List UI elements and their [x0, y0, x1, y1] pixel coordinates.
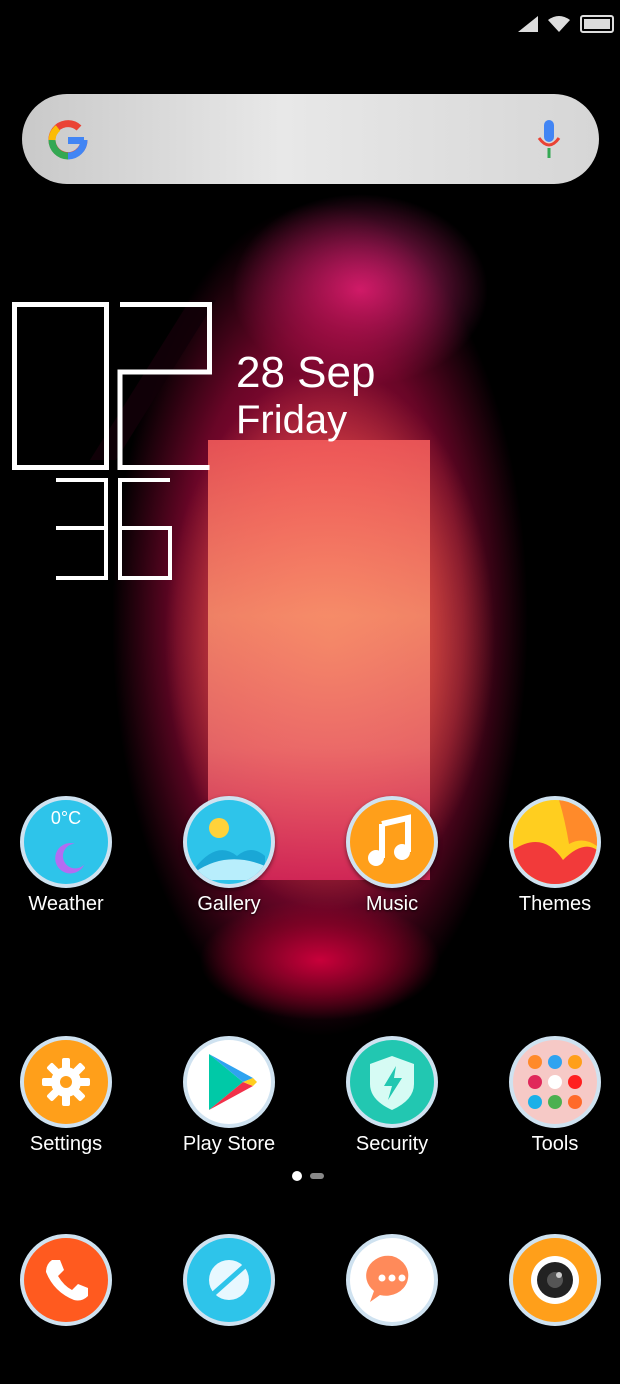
camera-icon — [509, 1234, 601, 1326]
app-security[interactable]: Security — [332, 1036, 452, 1186]
app-label: Weather — [28, 893, 104, 915]
status-bar — [518, 8, 620, 40]
app-label: Security — [355, 1133, 429, 1155]
dock-camera[interactable] — [495, 1234, 615, 1384]
weather-icon: 0°C — [20, 796, 112, 888]
app-themes[interactable]: Themes — [495, 796, 615, 946]
app-label: Music — [365, 893, 419, 915]
browser-icon — [183, 1234, 275, 1326]
app-weather[interactable]: 0°C Weather — [6, 796, 126, 946]
app-play-store[interactable]: Play Store — [169, 1036, 289, 1186]
music-icon — [346, 796, 438, 888]
app-music[interactable]: Music — [332, 796, 452, 946]
dock-browser[interactable] — [169, 1234, 289, 1384]
app-settings[interactable]: Settings — [6, 1036, 126, 1186]
themes-icon — [509, 796, 601, 888]
folder-icon — [509, 1036, 601, 1128]
gallery-icon — [183, 796, 275, 888]
app-label: Play Store — [182, 1133, 276, 1155]
dock-messaging[interactable] — [332, 1234, 452, 1384]
messaging-icon — [346, 1234, 438, 1326]
app-label: Settings — [29, 1133, 103, 1155]
clock-hour-digits — [12, 302, 212, 470]
microphone-icon[interactable] — [537, 120, 561, 160]
signal-icon — [518, 16, 538, 32]
clock-minute-digits — [56, 478, 172, 580]
app-label: Gallery — [197, 893, 261, 915]
app-tools[interactable]: Tools — [495, 1036, 615, 1186]
gear-icon — [20, 1036, 112, 1128]
clock-day: Friday — [236, 398, 348, 442]
weather-temp: 0°C — [50, 808, 82, 828]
app-label: Themes — [518, 893, 592, 915]
app-gallery[interactable]: Gallery — [169, 796, 289, 946]
google-search-bar[interactable] — [22, 94, 599, 184]
wifi-icon — [548, 16, 570, 32]
google-logo-icon — [48, 120, 88, 160]
battery-icon — [580, 15, 614, 33]
page-indicator — [292, 1170, 324, 1182]
shield-icon — [346, 1036, 438, 1128]
dock-phone[interactable] — [6, 1234, 126, 1384]
app-label: Tools — [531, 1133, 579, 1155]
page-dot-active[interactable] — [292, 1171, 302, 1181]
play-store-icon — [183, 1036, 275, 1128]
moon-icon — [55, 843, 85, 874]
phone-icon — [20, 1234, 112, 1326]
clock-date: 28 Sep — [236, 348, 376, 397]
page-dot-inactive[interactable] — [310, 1173, 324, 1179]
